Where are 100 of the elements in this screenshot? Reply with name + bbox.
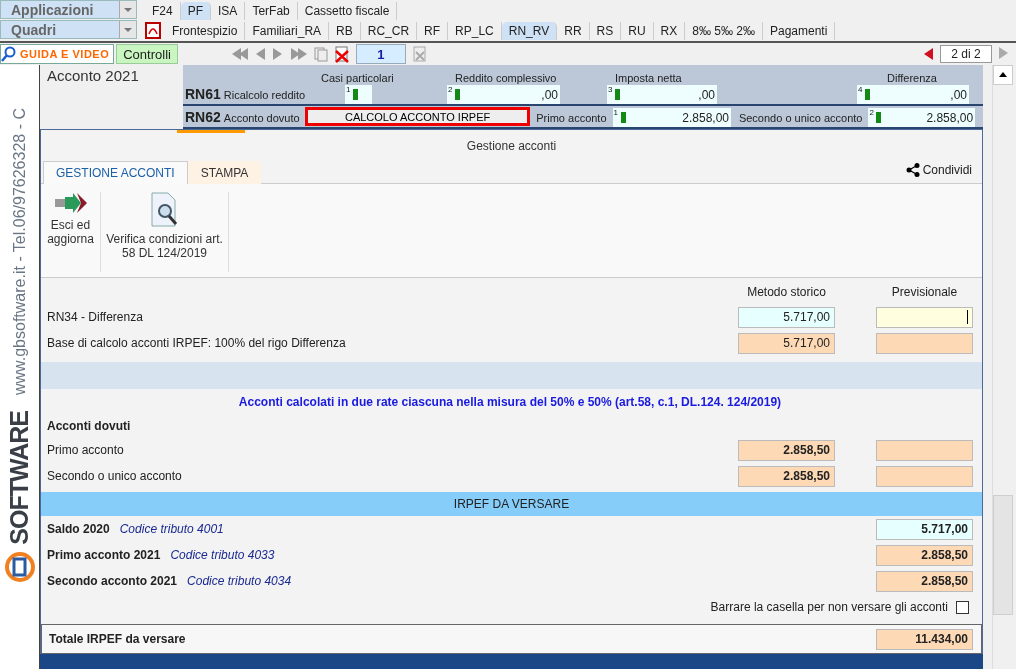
amount-field[interactable]: [876, 439, 973, 461]
tab[interactable]: RX: [653, 22, 686, 40]
field-caption: Casi particolari: [321, 72, 394, 84]
tab[interactable]: RS: [589, 22, 622, 40]
field-caption: Reddito complessivo: [455, 72, 557, 84]
field-caption: Secondo o unico acconto: [738, 112, 864, 126]
amount-field[interactable]: 2 2.858,00: [868, 108, 976, 127]
section-heading: Acconti dovuti: [47, 419, 132, 433]
row-code: RN62: [185, 109, 221, 125]
tab[interactable]: RR: [557, 22, 590, 40]
contact-text: www.gbsoftware.it - Tel.06/97626328 - C: [10, 107, 29, 395]
amount-field[interactable]: [876, 465, 973, 487]
tax-code: Codice tributo 4033: [170, 548, 275, 562]
amount-field[interactable]: 4 ,00: [857, 85, 969, 104]
amount-field[interactable]: 3 ,00: [607, 85, 717, 104]
note-text: Acconti calcolati in due rate ciascuna nella misura del 50% e 50% (art.58, c.1, DL.124. 124/2019): [237, 394, 783, 411]
tab[interactable]: RU: [621, 22, 654, 40]
delete-page-icon[interactable]: [411, 45, 428, 63]
checkbox-label: Barrare la casella per non versare gli acconti: [710, 600, 948, 614]
tab[interactable]: PF: [180, 2, 212, 20]
field-caption: Differenza: [887, 72, 937, 84]
ribbon-button[interactable]: Esci ed aggiorna: [41, 192, 101, 272]
copy-page-icon[interactable]: [313, 46, 328, 62]
amount-field[interactable]: 5.717,00: [876, 518, 973, 540]
delete-page-icon[interactable]: [333, 45, 350, 63]
row-label: Primo acconto: [47, 443, 125, 457]
tab[interactable]: Cassetto fiscale: [297, 2, 398, 20]
logo-text: SOFTWARE: [5, 411, 34, 545]
field-caption: Imposta netta: [615, 72, 682, 84]
row-label: Secondo acconto 2021: [47, 574, 178, 588]
amount-field[interactable]: 5.717,00: [738, 332, 835, 354]
tab[interactable]: RF: [417, 22, 449, 40]
row-label: RN34 - Differenza: [47, 310, 144, 324]
tab[interactable]: F24: [145, 2, 181, 20]
tab[interactable]: RC_CR: [360, 22, 418, 40]
marker-icon: [876, 112, 882, 123]
amount-field[interactable]: 2.858,50: [738, 439, 835, 461]
dropdown[interactable]: Quadri: [0, 20, 137, 39]
marker-icon: [455, 89, 460, 100]
row-code: RN61: [185, 86, 221, 102]
section-band: IRPEF DA VERSARE: [41, 492, 982, 516]
tab[interactable]: Familiari_RA: [245, 22, 330, 40]
row-label: Base di calcolo acconti IRPEF: 100% del rigo Differenza: [47, 336, 347, 350]
ribbon-button[interactable]: Verifica condizioni art. 58 DL 124/2019: [101, 192, 229, 272]
dropdown[interactable]: Applicazioni: [0, 0, 137, 19]
marker-icon: [615, 89, 620, 100]
calculate-button[interactable]: CALCOLO ACCONTO IRPEF: [305, 107, 531, 126]
tab[interactable]: GESTIONE ACCONTI: [43, 161, 188, 184]
amount-field[interactable]: 2.858,50: [876, 544, 973, 566]
tax-code: Codice tributo 4001: [119, 522, 224, 536]
row-label: Acconto dovuto: [223, 112, 300, 124]
previous-icon[interactable]: [922, 47, 934, 61]
section-title: Acconto 2021: [46, 66, 140, 86]
amount-field[interactable]: 1 2.858,00: [612, 108, 731, 127]
total-field: 11.434,00: [876, 628, 973, 650]
arrow-icon: [52, 192, 89, 214]
row-label: Ricalcolo reddito: [223, 89, 306, 101]
total-label: Totale IRPEF da versare: [49, 632, 187, 646]
tab[interactable]: ISA: [211, 2, 246, 20]
caret-icon: [119, 21, 136, 38]
amount-field[interactable]: 1: [345, 85, 372, 104]
search-icon: [1, 46, 17, 62]
page-counter: 2 di 2: [940, 45, 992, 63]
amount-field[interactable]: [876, 332, 973, 354]
field-caption: Primo acconto: [536, 112, 608, 126]
share-icon: [905, 162, 920, 177]
page-field[interactable]: 1: [355, 44, 406, 64]
tab[interactable]: RN_RV: [501, 22, 558, 40]
row-label: Primo acconto 2021: [47, 548, 161, 562]
next-icon[interactable]: [998, 45, 1010, 60]
tab[interactable]: STAMPA: [187, 161, 262, 184]
tab[interactable]: 8‰ 5‰ 2‰: [685, 22, 763, 40]
marker-icon: [865, 89, 870, 100]
last-page-icon[interactable]: [289, 47, 308, 61]
scroll-up-icon[interactable]: [993, 65, 1013, 85]
column-header: Metodo storico: [746, 285, 827, 299]
amount-field[interactable]: 2.858,50: [876, 570, 973, 592]
checkbox[interactable]: [956, 600, 969, 614]
tab[interactable]: Frontespizio: [165, 22, 246, 40]
scroll-thumb[interactable]: [993, 495, 1013, 615]
checks-button[interactable]: Controlli: [116, 44, 178, 64]
marker-icon: [620, 112, 626, 123]
tab[interactable]: RB: [329, 22, 361, 40]
column-header: Previsionale: [890, 285, 959, 299]
scrollbar[interactable]: [992, 65, 1013, 669]
amount-field[interactable]: 2 ,00: [447, 85, 560, 104]
share-button[interactable]: Condividi: [905, 162, 982, 181]
next-page-icon[interactable]: [271, 47, 284, 61]
amount-field[interactable]: 5.717,00: [738, 306, 835, 328]
tab[interactable]: RP_LC: [448, 22, 502, 40]
row-label: Secondo o unico acconto: [47, 469, 183, 483]
tab[interactable]: Pagamenti: [762, 22, 836, 40]
tax-code: Codice tributo 4034: [187, 574, 292, 588]
row-label: Saldo 2020: [47, 522, 110, 536]
pdf-icon[interactable]: [145, 22, 161, 39]
tab[interactable]: TerFab: [245, 2, 298, 20]
marker-icon: [353, 89, 358, 100]
dialog-title: Gestione acconti: [465, 138, 558, 155]
amount-field[interactable]: 2.858,50: [738, 465, 835, 487]
amount-field[interactable]: [876, 306, 973, 328]
